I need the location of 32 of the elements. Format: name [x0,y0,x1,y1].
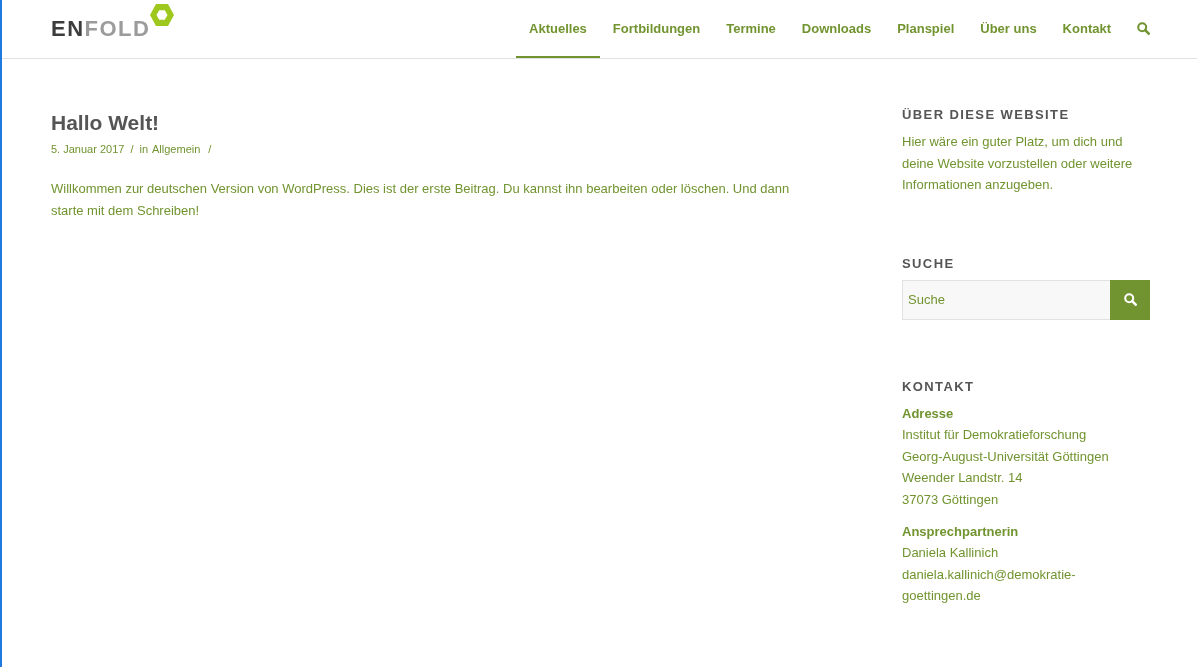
widget-text: Hier wäre ein guter Platz, um dich und deine Website vorzustellen oder weitere Informationen anzugeben. [902,133,1134,194]
nav-link[interactable]: Kontakt [1049,0,1124,58]
contact-heading: Adresse [902,404,955,423]
nav-link[interactable]: Termine [713,0,789,58]
contact-line: Institut für Demokratieforschung [902,426,1088,444]
meta-separator: / [207,142,213,157]
contact-line: Weender Landstr. 14 [902,469,1024,487]
widget-heading: SUCHE [902,255,956,272]
hexagon-icon [150,4,175,26]
meta-text: in [139,142,148,157]
widget-heading: KONTAKT [902,378,976,395]
meta-separator: / [129,142,135,157]
post-date: 5. Januar 2017 [51,142,125,157]
category-link[interactable]: Allgemein [152,141,201,157]
contact-line: Daniela Kallinich [902,544,1000,562]
search-icon [1123,293,1137,306]
contact-line: daniela.kallinich@demokratie-goettingen.de [902,565,1077,605]
contact-line: 37073 Göttingen [902,490,1000,509]
nav-link[interactable]: Fortbildungen [599,0,714,58]
logo-link[interactable]: ENFOLD [51,4,175,40]
search-button[interactable] [1110,279,1150,320]
search-icon [1137,21,1150,35]
post-text: Willkommen zur deutschen Version von WordPress. Dies ist der erste Beitrag. Du kannst ihn bearbeiten oder löschen. Und dann starte mit dem Schreiben! [51,180,791,220]
search-field[interactable]: Suche [902,279,1110,320]
widget-heading: ÜBER DIESE WEBSITE [902,107,1071,123]
contact-line: Georg-August-Universität Göttingen [902,447,1110,466]
nav-link[interactable]: Aktuelles [516,0,600,58]
nav-link[interactable]: Downloads [788,0,885,58]
post-title: Hallo Welt! [51,110,161,136]
contact-heading: Ansprechpartnerin [902,522,1020,541]
nav-link[interactable]: Über uns [967,0,1050,58]
nav-link[interactable]: Planspiel [884,0,968,58]
